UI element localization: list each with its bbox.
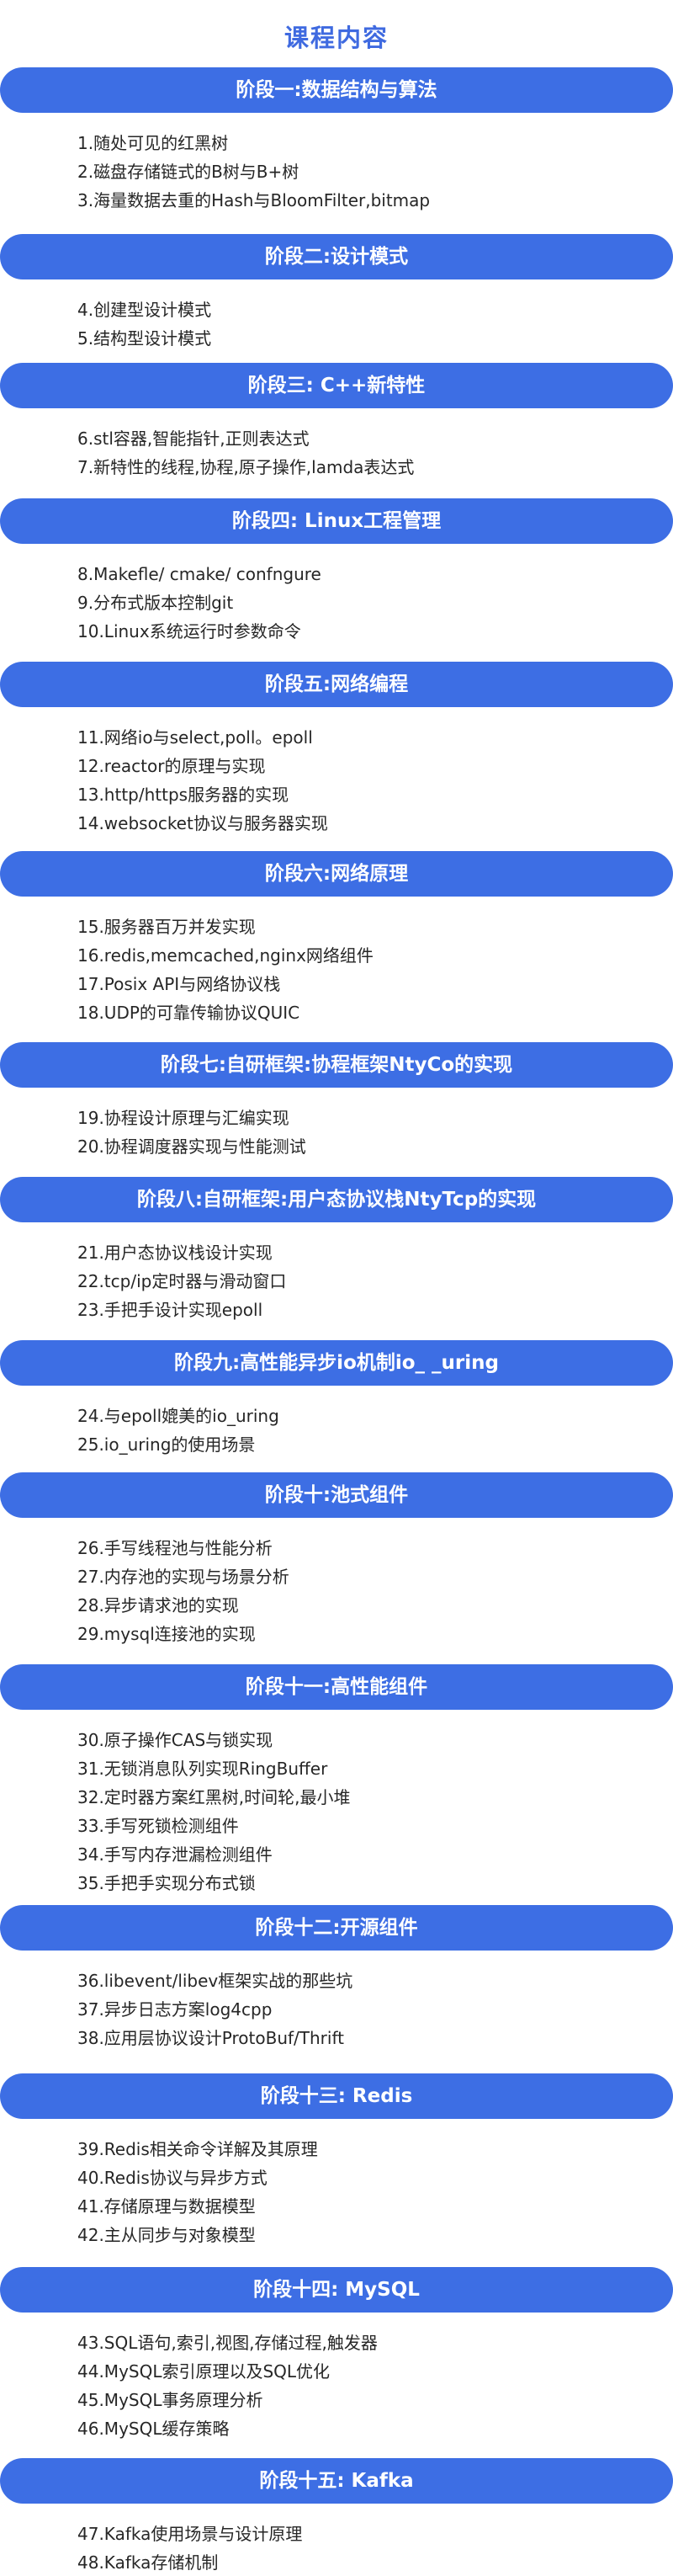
lesson-item: 9.分布式版本控制git (77, 593, 234, 613)
lesson-item: 28.异步请求池的实现 (77, 1595, 239, 1615)
lesson-item: 3.海量数据去重的Hash与BloomFilter,bitmap (77, 190, 431, 210)
lesson-item: 40.Redis协议与异步方式 (77, 2168, 268, 2188)
lesson-item: 13.http/https服务器的实现 (77, 785, 289, 805)
stage-header: 阶段十四: MySQL (0, 2267, 673, 2313)
lesson-item: 18.UDP的可靠传输协议QUIC (77, 1003, 300, 1023)
stage-header: 阶段十一:高性能组件 (0, 1664, 673, 1710)
lesson-item: 41.存储原理与数据模型 (77, 2196, 256, 2217)
lesson-item: 27.内存池的实现与场景分析 (77, 1567, 289, 1587)
stage-header: 阶段七:自研框架:协程框架NtyCo的实现 (0, 1042, 673, 1088)
lesson-item: 29.mysql连接池的实现 (77, 1624, 256, 1644)
lesson-item: 4.创建型设计模式 (77, 300, 212, 320)
lesson-item: 11.网络io与select,poll。epoll (77, 727, 313, 748)
stage-header: 阶段十五: Kafka (0, 2458, 673, 2504)
lesson-item: 34.手写内存泄漏检测组件 (77, 1844, 273, 1865)
lesson-item: 47.Kafka使用场景与设计原理 (77, 2524, 303, 2544)
lesson-item: 46.MySQL缓存策略 (77, 2419, 230, 2439)
lesson-item: 7.新特性的线程,协程,原子操作,lamda表达式 (77, 457, 415, 477)
lesson-item: 5.结构型设计模式 (77, 328, 212, 349)
lesson-item: 30.原子操作CAS与锁实现 (77, 1730, 273, 1750)
lesson-item: 1.随处可见的红黑树 (77, 133, 229, 153)
lesson-item: 8.Makefle/ cmake/ confngure (77, 564, 321, 584)
lesson-item: 24.与epoll媲美的io_uring (77, 1406, 279, 1426)
lesson-item: 38.应用层协议设计ProtoBuf/Thrift (77, 2028, 344, 2048)
lesson-item: 2.磁盘存储链式的B树与B+树 (77, 162, 299, 182)
lesson-item: 37.异步日志方案log4cpp (77, 1999, 273, 2020)
lesson-item: 10.Linux系统运行时参数命令 (77, 621, 301, 641)
stage-header: 阶段十三: Redis (0, 2073, 673, 2119)
stage-header: 阶段二:设计模式 (0, 234, 673, 279)
stage-header: 阶段六:网络原理 (0, 851, 673, 897)
stage-header: 阶段九:高性能异步io机制io_ _uring (0, 1340, 673, 1386)
lesson-item: 15.服务器百万并发实现 (77, 917, 256, 937)
stage-header: 阶段五:网络编程 (0, 662, 673, 707)
stage-header: 阶段十二:开源组件 (0, 1905, 673, 1951)
lesson-item: 43.SQL语句,索引,视图,存储过程,触发器 (77, 2333, 378, 2353)
lesson-item: 21.用户态协议栈设计实现 (77, 1243, 273, 1263)
lesson-item: 6.stl容器,智能指针,正则表达式 (77, 428, 310, 449)
lesson-item: 42.主从同步与对象模型 (77, 2225, 256, 2245)
stage-header: 阶段一:数据结构与算法 (0, 67, 673, 113)
lesson-item: 25.io_uring的使用场景 (77, 1434, 256, 1455)
lesson-item: 26.手写线程池与性能分析 (77, 1538, 273, 1558)
lesson-item: 19.协程设计原理与汇编实现 (77, 1108, 289, 1128)
lesson-item: 39.Redis相关命令详解及其原理 (77, 2139, 318, 2159)
stage-header: 阶段十:池式组件 (0, 1472, 673, 1518)
lesson-item: 20.协程调度器实现与性能测试 (77, 1136, 306, 1157)
lesson-item: 17.Posix API与网络协议栈 (77, 974, 281, 994)
lesson-item: 48.Kafka存储机制 (77, 2552, 219, 2573)
lesson-item: 14.websocket协议与服务器实现 (77, 813, 328, 833)
lesson-item: 35.手把手实现分布式锁 (77, 1873, 256, 1893)
lesson-item: 44.MySQL索引原理以及SQL优化 (77, 2361, 331, 2382)
course-content-page: 课程内容 阶段一:数据结构与算法 1.随处可见的红黑树 2.磁盘存储链式的B树与B+… (0, 0, 673, 2573)
lesson-item: 33.手写死锁检测组件 (77, 1816, 239, 1836)
page-title: 课程内容 (284, 24, 389, 52)
lesson-item: 22.tcp/ip定时器与滑动窗口 (77, 1271, 287, 1291)
lesson-item: 16.redis,memcached,nginx网络组件 (77, 945, 374, 966)
lesson-item: 32.定时器方案红黑树,时间轮,最小堆 (77, 1787, 351, 1807)
lesson-item: 23.手把手设计实现epoll (77, 1300, 263, 1320)
lesson-item: 31.无锁消息队列实现RingBuffer (77, 1759, 328, 1779)
lesson-item: 45.MySQL事务原理分析 (77, 2390, 263, 2410)
stage-header: 阶段四: Linux工程管理 (0, 498, 673, 544)
lesson-item: 12.reactor的原理与实现 (77, 756, 266, 776)
stage-header: 阶段八:自研框架:用户态协议栈NtyTcp的实现 (0, 1177, 673, 1222)
stage-header: 阶段三: C++新特性 (0, 363, 673, 408)
lesson-item: 36.libevent/libev框架实战的那些坑 (77, 1971, 353, 1991)
